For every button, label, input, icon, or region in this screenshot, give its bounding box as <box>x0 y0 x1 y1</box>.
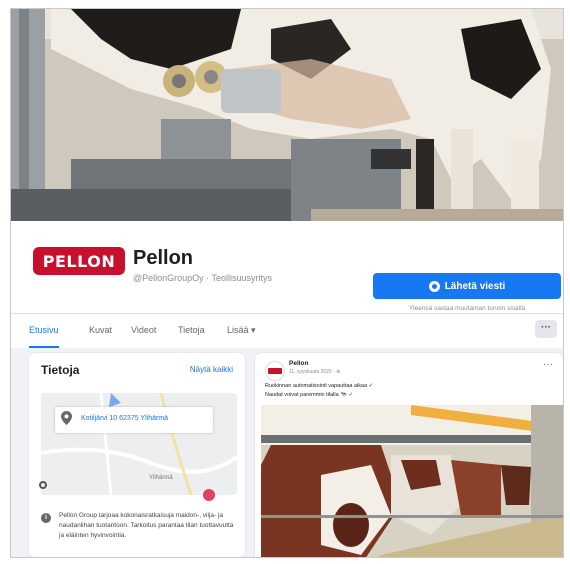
tab-videos[interactable]: Videot <box>131 314 156 346</box>
cover-photo <box>11 9 563 221</box>
location-pin-icon <box>61 411 72 425</box>
send-message-label: Lähetä viesti <box>444 280 506 292</box>
message-icon <box>428 280 440 292</box>
map-marker-icon <box>203 489 215 501</box>
post-text-line: Ruokinnan automatisointi vapauttaa aikaa… <box>265 383 374 389</box>
more-options-button[interactable]: ··· <box>535 320 557 338</box>
page-description: Pellon Group tarjoaa kokonaisratkaisuja … <box>59 512 234 539</box>
map-control-icon[interactable] <box>39 481 47 489</box>
post-avatar[interactable] <box>265 361 285 381</box>
about-card: Tietoja Näytä kaikki Kotiljärvi 10 62375… <box>29 353 245 557</box>
see-all-link[interactable]: Näytä kaikki <box>190 365 233 374</box>
tab-more[interactable]: Lisää ▾ <box>227 314 256 346</box>
tab-photos[interactable]: Kuvat <box>89 314 112 346</box>
post-card: Pellon 11. syyskuuta 2020 · ⊕ ··· Ruokin… <box>255 353 563 557</box>
post-text-line: Naudat voivat paremmin tilalla 🐄 ✓ <box>265 392 354 398</box>
about-title: Tietoja <box>41 363 80 377</box>
post-photo[interactable] <box>261 405 563 557</box>
tab-about[interactable]: Tietoja <box>178 314 205 346</box>
page-title: Pellon <box>133 247 194 269</box>
info-icon: i <box>41 513 51 523</box>
post-author[interactable]: Pellon <box>289 360 309 367</box>
page-handle-category: @PellonGroupOy · Teollisuusyritys <box>133 273 273 283</box>
post-timestamp[interactable]: 11. syyskuuta 2020 · ⊕ <box>289 369 340 375</box>
address-text[interactable]: Kotiljärvi 10 62375 Ylihärmä <box>81 415 168 422</box>
post-more-options-icon[interactable]: ··· <box>543 359 553 370</box>
send-message-button[interactable]: Lähetä viesti <box>373 273 561 299</box>
map-place-label: Ylihärmä <box>149 475 173 481</box>
page-header: PELLON Pellon @PellonGroupOy · Teollisuu… <box>11 221 563 313</box>
page-nav: Etusivu Kuvat Videot Tietoja Lisää ▾ ··· <box>11 313 563 348</box>
page-frame: PELLON Pellon @PellonGroupOy · Teollisuu… <box>10 8 564 558</box>
location-map[interactable]: Kotiljärvi 10 62375 Ylihärmä Ylihärmä <box>41 393 237 495</box>
pellon-logo[interactable]: PELLON <box>33 247 125 275</box>
tab-home[interactable]: Etusivu <box>29 314 59 348</box>
reply-time-note: Yleensä vastaa muutaman tunnin sisällä <box>408 305 526 312</box>
